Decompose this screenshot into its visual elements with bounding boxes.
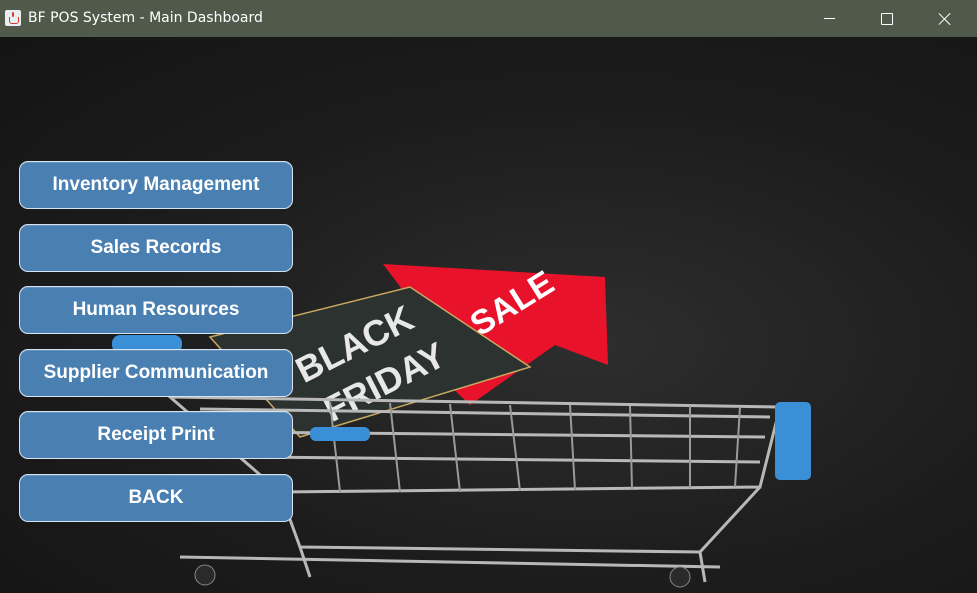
cart-handle-right bbox=[775, 402, 811, 480]
cart-handle-mid bbox=[310, 427, 370, 441]
human-resources-button[interactable]: Human Resources bbox=[19, 286, 293, 334]
human-resources-label: Human Resources bbox=[72, 299, 240, 320]
cart-wheel bbox=[669, 566, 691, 588]
inventory-management-label: Inventory Management bbox=[52, 174, 260, 195]
close-icon bbox=[938, 12, 952, 26]
sales-records-button[interactable]: Sales Records bbox=[19, 224, 293, 272]
java-app-icon bbox=[5, 10, 21, 26]
receipt-print-button[interactable]: Receipt Print bbox=[19, 411, 293, 459]
back-button[interactable]: BACK bbox=[19, 474, 293, 522]
maximize-icon bbox=[881, 12, 893, 25]
sales-records-label: Sales Records bbox=[90, 237, 222, 258]
maximize-button[interactable] bbox=[858, 0, 916, 37]
supplier-communication-button[interactable]: Supplier Communication bbox=[19, 349, 293, 397]
minimize-button[interactable] bbox=[800, 0, 858, 37]
cart-wheel bbox=[194, 564, 216, 586]
app-window: BF POS System - Main Dashboard SALE BLAC… bbox=[0, 0, 977, 593]
dashboard-panel: SALE BLACK FRIDAY Inventory Management S… bbox=[0, 37, 977, 593]
window-title: BF POS System - Main Dashboard bbox=[28, 10, 263, 26]
back-label: BACK bbox=[128, 487, 184, 508]
receipt-print-label: Receipt Print bbox=[97, 424, 215, 445]
title-bar[interactable]: BF POS System - Main Dashboard bbox=[0, 0, 977, 37]
supplier-communication-label: Supplier Communication bbox=[43, 362, 269, 383]
inventory-management-button[interactable]: Inventory Management bbox=[19, 161, 293, 209]
minimize-icon bbox=[823, 18, 835, 19]
close-button[interactable] bbox=[916, 0, 974, 37]
